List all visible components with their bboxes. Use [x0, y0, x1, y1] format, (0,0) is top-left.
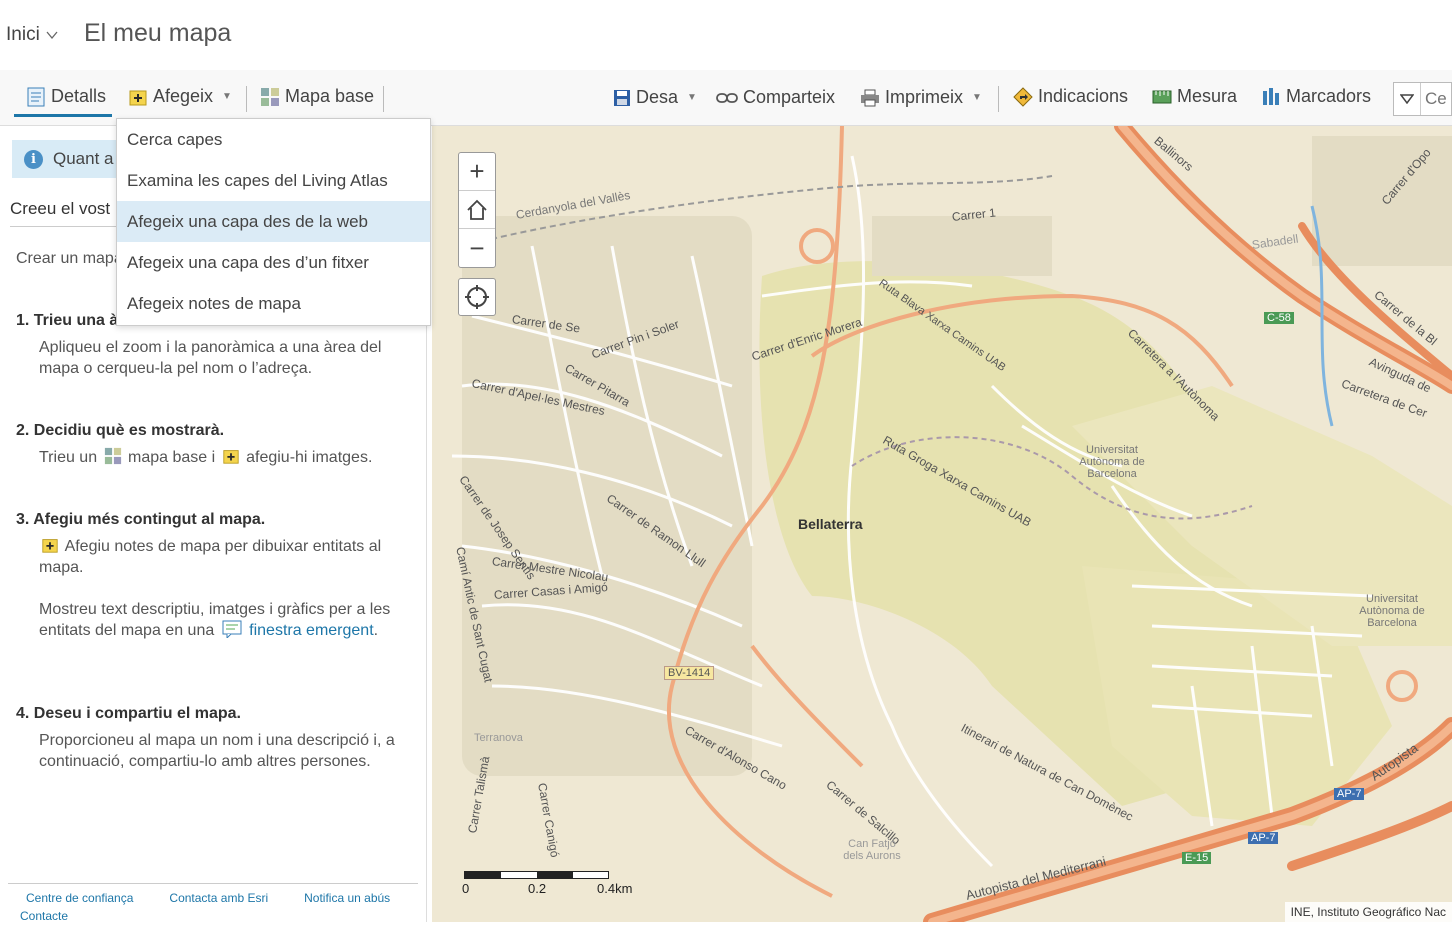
home-menu[interactable]: Inici: [6, 24, 58, 46]
map-label-uab1: Universitat Autònoma de Barcelona: [1079, 444, 1145, 480]
toolbar-divider: [246, 86, 247, 112]
app-header: Inici El meu mapa: [0, 0, 1452, 70]
map-label-e15: E-15: [1182, 852, 1212, 864]
scale-label-2: 0.4km: [597, 881, 633, 896]
active-tab-indicator: [14, 114, 112, 117]
add-layer-icon: [222, 450, 239, 464]
basemap-button[interactable]: Mapa base: [260, 86, 374, 107]
search-box: [1393, 82, 1452, 116]
map-label-c58: C-58: [1264, 312, 1294, 324]
step-4-body: Proporcioneu al mapa un nom i una descri…: [39, 732, 395, 770]
map-label-bv1414: BV-1414: [664, 666, 715, 680]
menu-item-search-layers[interactable]: Cerca capes: [117, 119, 430, 160]
share-label: Comparteix: [743, 87, 836, 107]
measure-button[interactable]: Mesura: [1152, 86, 1237, 107]
popup-icon: [222, 620, 242, 638]
step-2-body: Trieu un mapa base i afegiu-hi imatges.: [39, 447, 414, 468]
menu-item-add-from-file[interactable]: Afegeix una capa des d’un fitxer: [117, 242, 430, 283]
save-button[interactable]: Desa ▼: [613, 87, 697, 108]
add-label: Afegeix: [153, 86, 214, 106]
footer-link-trust[interactable]: Centre de confiança: [26, 891, 133, 905]
footer-link-contact[interactable]: Contacte: [20, 909, 68, 923]
caret-down-icon: ▼: [222, 91, 232, 102]
directions-label: Indicacions: [1038, 86, 1129, 106]
step-2-text-a: Trieu un: [39, 449, 98, 466]
step-2-text-c: afegiu-hi imatges.: [246, 449, 373, 466]
share-button[interactable]: Comparteix: [716, 87, 835, 108]
map-label-bellaterra: Bellaterra: [798, 516, 863, 532]
add-dropdown-menu: Cerca capes Examina les capes del Living…: [116, 118, 431, 326]
save-disk-icon: [614, 89, 630, 106]
bookmarks-label: Marcadors: [1286, 86, 1372, 106]
menu-item-add-from-web[interactable]: Afegeix una capa des de la web: [117, 201, 430, 242]
step-1-title: 1. Trieu una à: [16, 312, 119, 329]
map-attribution: INE, Instituto Geográfico Nac: [1284, 902, 1452, 922]
footer-link-report-abuse[interactable]: Notifica un abús: [304, 891, 390, 905]
add-layer-icon: [129, 90, 147, 105]
popup-link[interactable]: finestra emergent: [249, 622, 374, 639]
step-2-text-b: mapa base i: [128, 449, 216, 466]
share-link-icon: [716, 92, 738, 103]
measure-label: Mesura: [1177, 86, 1238, 106]
menu-item-living-atlas[interactable]: Examina les capes del Living Atlas: [117, 160, 430, 201]
footer-links: Centre de confiança Contacta amb Esri Noti…: [8, 883, 418, 925]
directions-button[interactable]: Indicacions: [1013, 86, 1128, 107]
info-icon: i: [24, 149, 43, 169]
step-4-title: 4. Deseu i compartiu el mapa.: [16, 705, 241, 722]
locate-button[interactable]: [458, 278, 496, 316]
zoom-in-button[interactable]: +: [459, 153, 495, 191]
basemap-grid-icon: [104, 447, 121, 465]
step-1-body: Apliqueu el zoom i la panoràmica a una à…: [39, 339, 382, 377]
bookmarks-button[interactable]: Marcadors: [1261, 86, 1371, 107]
intro-heading: Creeu el vost: [10, 199, 111, 218]
basemap-label: Mapa base: [285, 86, 375, 106]
footer-link-contact-esri[interactable]: Contacta amb Esri: [169, 891, 268, 905]
map-label-can-fatjo: Can Fatjó dels Aurons: [843, 838, 901, 862]
bookmarks-icon: [1263, 87, 1279, 105]
print-label: Imprimeix: [885, 87, 964, 107]
details-icon: [27, 87, 45, 106]
step-3-text-a: Afegiu notes de mapa per dibuixar entita…: [39, 538, 382, 576]
home-menu-label: Inici: [6, 24, 40, 45]
map-label-ap7b: AP-7: [1248, 832, 1279, 844]
step-3-body-b: Mostreu text descriptiu, imatges i gràfi…: [39, 599, 414, 641]
save-label: Desa: [636, 87, 679, 107]
add-button[interactable]: Afegeix ▼: [128, 86, 232, 107]
directions-icon: [1013, 86, 1033, 107]
step-3-body-a: Afegiu notes de mapa per dibuixar entita…: [39, 536, 414, 578]
map-view[interactable]: Bellaterra Cerdanyola del Vallès Carrer …: [432, 126, 1452, 922]
map-label-ap7a: AP-7: [1334, 788, 1365, 800]
step-3-title: 3. Afegiu més contingut al mapa.: [16, 511, 266, 528]
basemap-grid-icon: [261, 87, 279, 106]
print-button[interactable]: Imprimeix ▼: [860, 87, 982, 108]
search-source-dropdown[interactable]: [1394, 83, 1421, 115]
details-tab[interactable]: Detalls: [26, 86, 106, 107]
caret-down-icon: ▼: [687, 92, 697, 103]
search-input[interactable]: [1421, 89, 1451, 109]
zoom-out-button[interactable]: −: [459, 229, 495, 267]
scale-bar: [464, 871, 609, 879]
measure-ruler-icon: [1152, 90, 1172, 103]
about-banner-label: Quant a: [53, 149, 114, 168]
locate-crosshair-icon: [465, 285, 489, 309]
toolbar-divider: [383, 86, 384, 112]
zoom-control: + −: [458, 152, 496, 268]
step-2-title: 2. Decidiu què es mostrarà.: [16, 422, 225, 439]
chevron-down-icon: [46, 31, 58, 39]
step-3-text-c: .: [373, 622, 379, 639]
map-label-terranova: Terranova: [474, 732, 523, 744]
map-notes-icon: [42, 539, 58, 553]
map-title: El meu mapa: [84, 19, 232, 47]
triangle-down-icon: [1400, 94, 1414, 104]
home-icon: [467, 199, 487, 220]
menu-item-add-map-notes[interactable]: Afegeix notes de mapa: [117, 283, 430, 324]
scale-label-0: 0: [462, 881, 470, 896]
printer-icon: [861, 89, 879, 106]
caret-down-icon: ▼: [972, 92, 982, 103]
details-label: Detalls: [51, 86, 107, 106]
scale-label-1: 0.2: [528, 881, 547, 896]
home-extent-button[interactable]: [459, 191, 495, 229]
map-label-uab2: Universitat Autònoma de Barcelona: [1359, 593, 1425, 629]
toolbar-divider: [998, 86, 999, 112]
